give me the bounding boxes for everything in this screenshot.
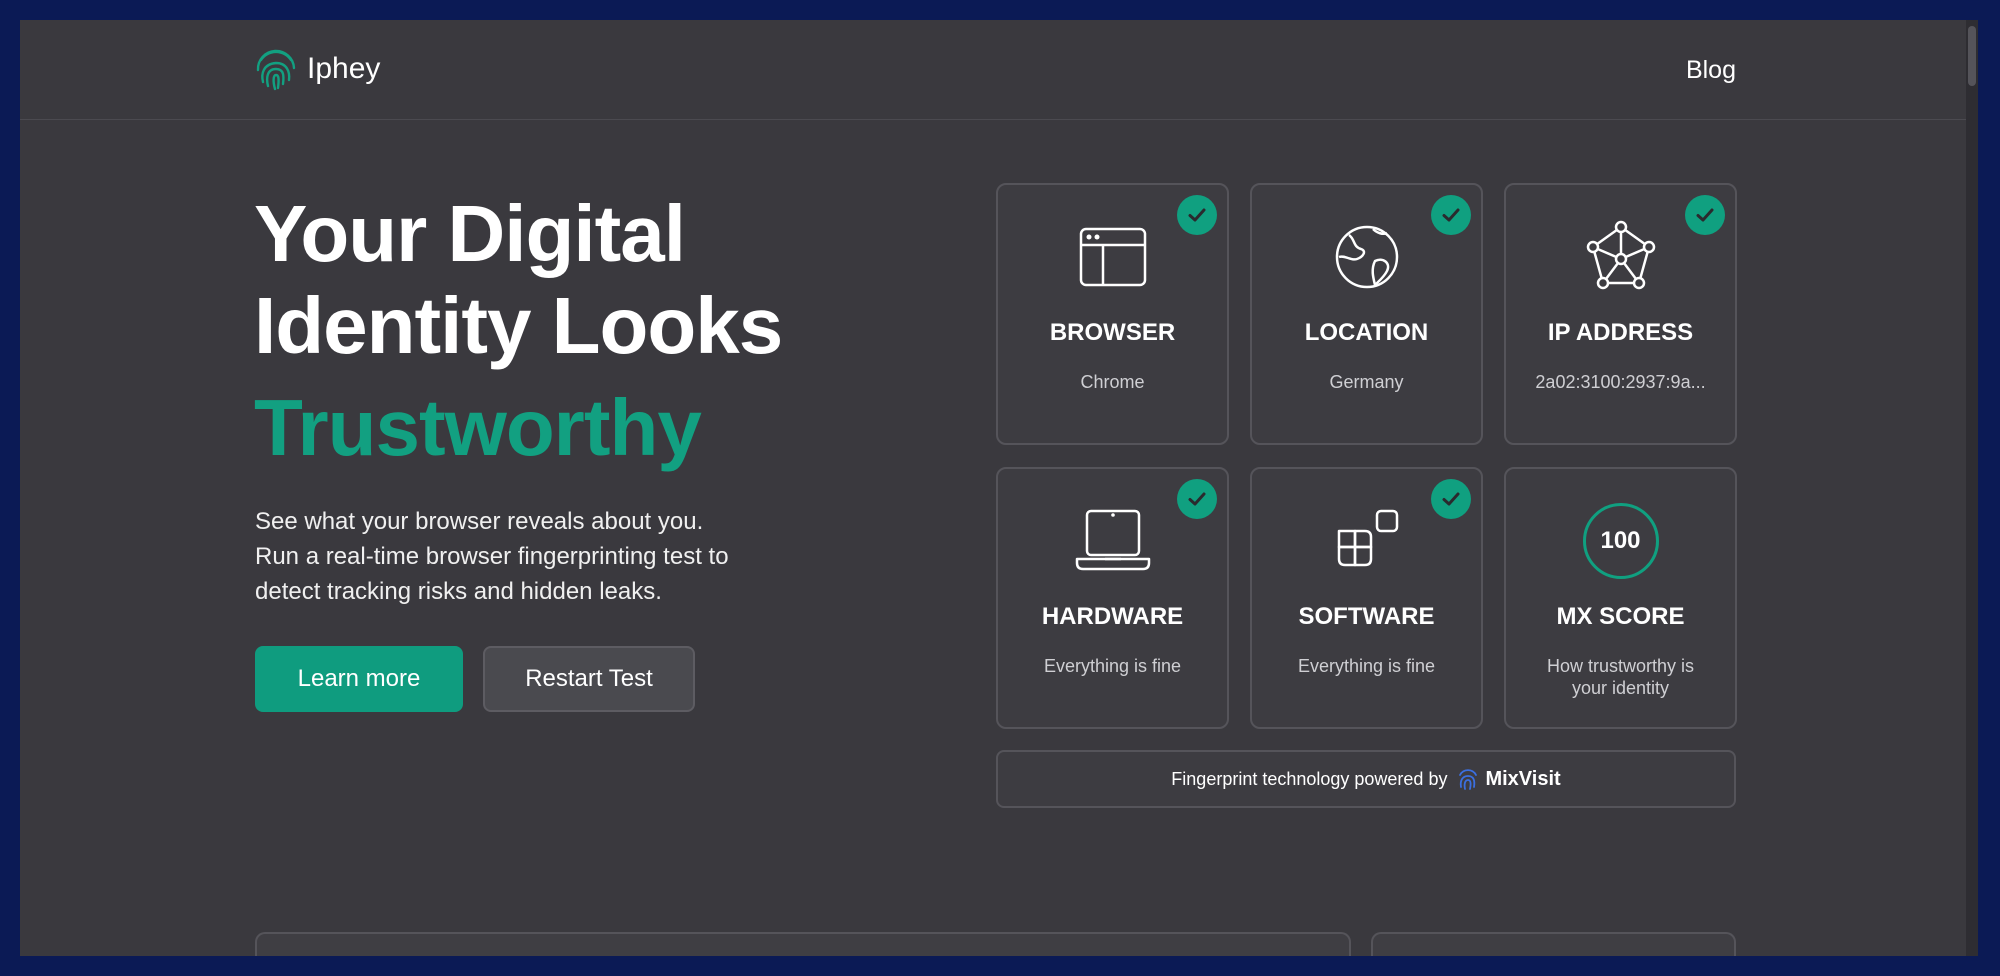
score-badge: 100 bbox=[1581, 501, 1661, 581]
details-panel-left bbox=[255, 932, 1351, 956]
card-value: Everything is fine bbox=[1043, 656, 1182, 676]
card-title: MX SCORE bbox=[1556, 603, 1685, 630]
software-card[interactable]: SOFTWARE Everything is fine bbox=[1250, 467, 1483, 729]
site-header: Iphey Blog bbox=[20, 20, 1978, 120]
card-value: 2a02:3100:2937:9a... bbox=[1535, 372, 1706, 392]
browser-viewport: Iphey Blog Your Digital Identity Looks T… bbox=[20, 20, 1978, 956]
details-panel-right bbox=[1371, 932, 1736, 956]
card-title: LOCATION bbox=[1304, 319, 1429, 346]
score-value: 100 bbox=[1582, 503, 1659, 579]
site-logo[interactable]: Iphey bbox=[255, 46, 380, 92]
apps-icon bbox=[1337, 509, 1398, 567]
check-icon bbox=[1685, 195, 1725, 235]
check-icon bbox=[1177, 479, 1217, 519]
globe-icon bbox=[1335, 225, 1398, 289]
browser-window-icon bbox=[1079, 227, 1146, 287]
card-value: Chrome bbox=[1080, 372, 1145, 392]
logo-text: Iphey bbox=[307, 52, 381, 85]
check-icon bbox=[1431, 479, 1471, 519]
blog-link[interactable]: Blog bbox=[1686, 56, 1736, 85]
browser-card[interactable]: BROWSER Chrome bbox=[996, 183, 1229, 445]
hero-title-line2: Identity Looks bbox=[254, 281, 783, 370]
network-icon bbox=[1586, 220, 1655, 290]
hero-title-accent: Trustworthy bbox=[254, 383, 702, 472]
scrollbar-thumb[interactable] bbox=[1968, 26, 1976, 86]
check-icon bbox=[1431, 195, 1471, 235]
card-value: Everything is fine bbox=[1297, 656, 1436, 676]
card-title: IP ADDRESS bbox=[1547, 319, 1694, 346]
card-value: How trustworthy is your identity bbox=[1546, 656, 1695, 698]
powered-by-banner[interactable]: Fingerprint technology powered by MixVis… bbox=[996, 750, 1736, 808]
hero-description: See what your browser reveals about you.… bbox=[255, 508, 729, 605]
vertical-scrollbar[interactable] bbox=[1966, 20, 1978, 956]
card-title: HARDWARE bbox=[1041, 603, 1184, 630]
card-title: BROWSER bbox=[1049, 319, 1176, 346]
laptop-icon bbox=[1075, 509, 1150, 571]
hardware-card[interactable]: HARDWARE Everything is fine bbox=[996, 467, 1229, 729]
fingerprint-icon bbox=[256, 49, 296, 91]
card-title: SOFTWARE bbox=[1298, 603, 1435, 630]
check-icon bbox=[1177, 195, 1217, 235]
powered-text: Fingerprint technology powered by bbox=[1171, 768, 1448, 789]
hero-title: Your Digital Identity Looks Trustworthy bbox=[254, 188, 783, 474]
learn-more-button[interactable]: Learn more bbox=[255, 646, 463, 712]
restart-test-button[interactable]: Restart Test bbox=[483, 646, 695, 712]
ip-address-card[interactable]: IP ADDRESS 2a02:3100:2937:9a... bbox=[1504, 183, 1737, 445]
location-card[interactable]: LOCATION Germany bbox=[1250, 183, 1483, 445]
mx-score-card[interactable]: 100 MX SCORE How trustworthy is your ide… bbox=[1504, 467, 1737, 729]
hero-title-line1: Your Digital bbox=[254, 189, 686, 278]
mixvisit-logo-icon bbox=[1459, 769, 1478, 790]
card-value: Germany bbox=[1329, 372, 1404, 392]
mixvisit-brand: MixVisit bbox=[1485, 767, 1561, 790]
